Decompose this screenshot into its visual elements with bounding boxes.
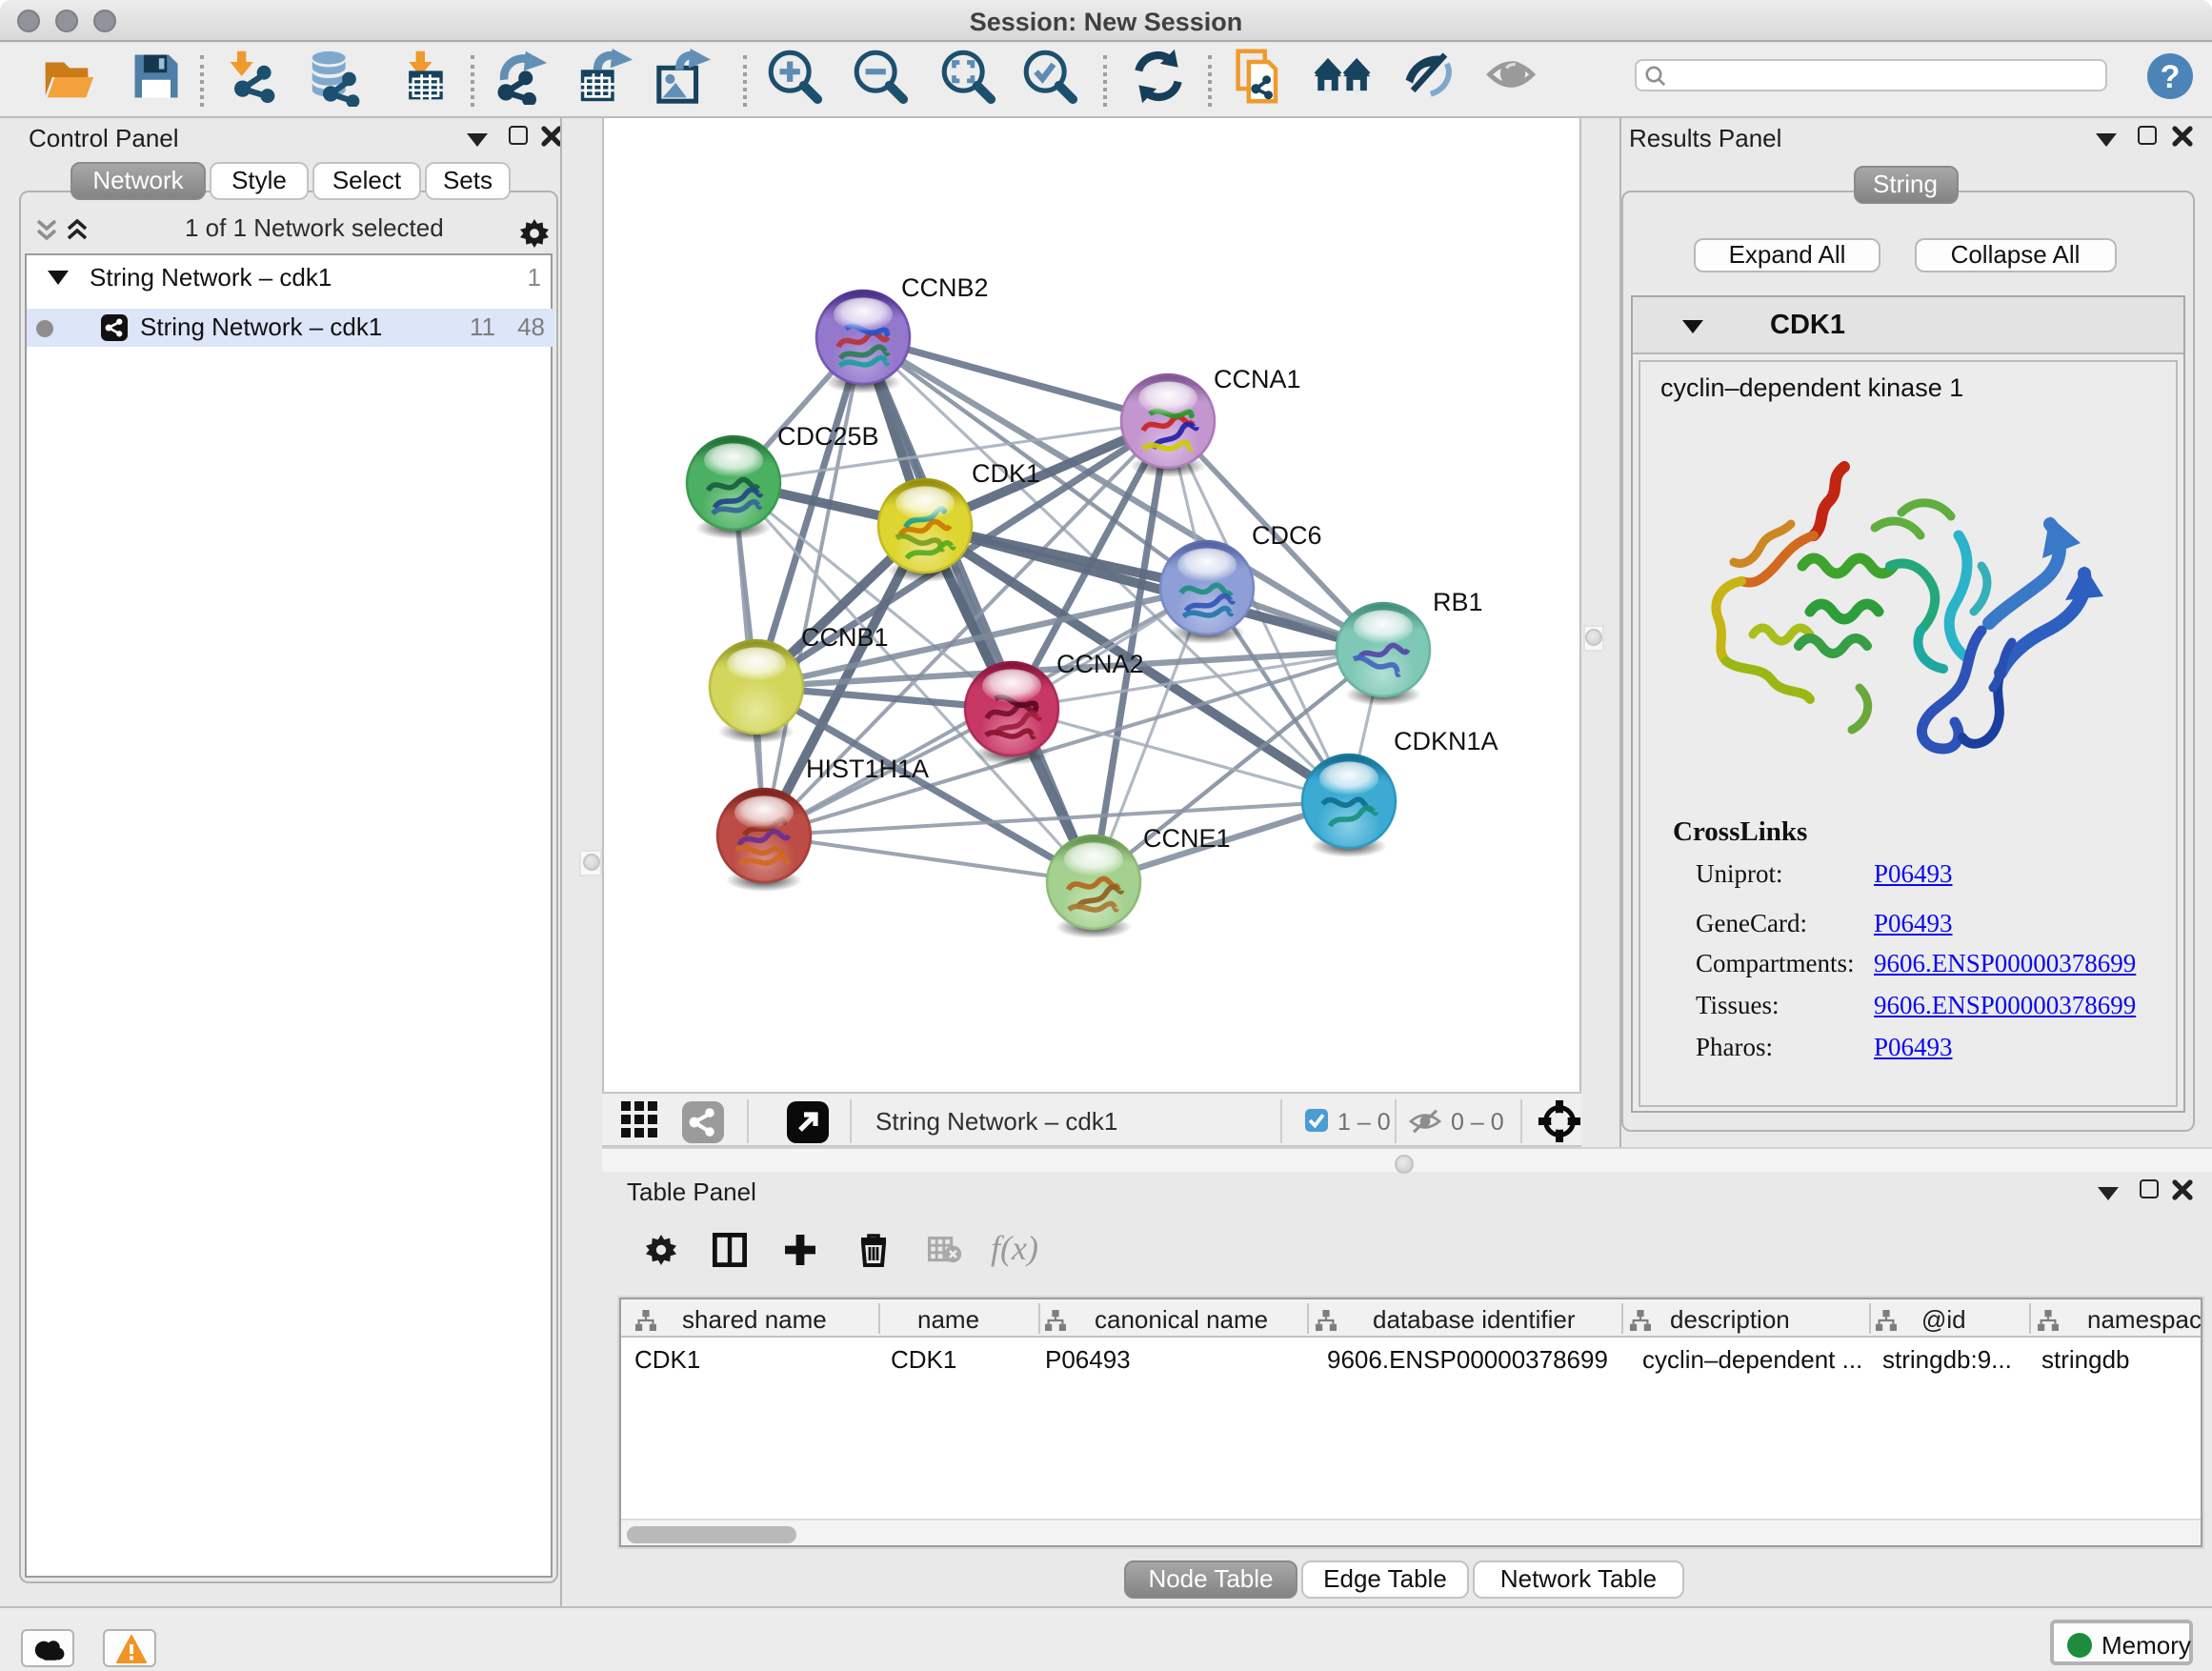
svg-text:CCNB1: CCNB1 <box>801 623 889 652</box>
svg-text:CCNA2: CCNA2 <box>1056 650 1144 678</box>
svg-text:CCNE1: CCNE1 <box>1143 824 1231 853</box>
svg-text:RB1: RB1 <box>1433 588 1483 616</box>
svg-text:CDC25B: CDC25B <box>777 422 879 451</box>
svg-text:CDK1: CDK1 <box>972 459 1040 488</box>
svg-text:CDC6: CDC6 <box>1252 521 1322 550</box>
svg-text:HIST1H1A: HIST1H1A <box>806 755 929 783</box>
svg-text:CCNA1: CCNA1 <box>1214 365 1301 393</box>
svg-text:?: ? <box>2161 58 2181 94</box>
svg-text:CCNB2: CCNB2 <box>901 273 989 302</box>
svg-text:CDKN1A: CDKN1A <box>1394 727 1498 755</box>
